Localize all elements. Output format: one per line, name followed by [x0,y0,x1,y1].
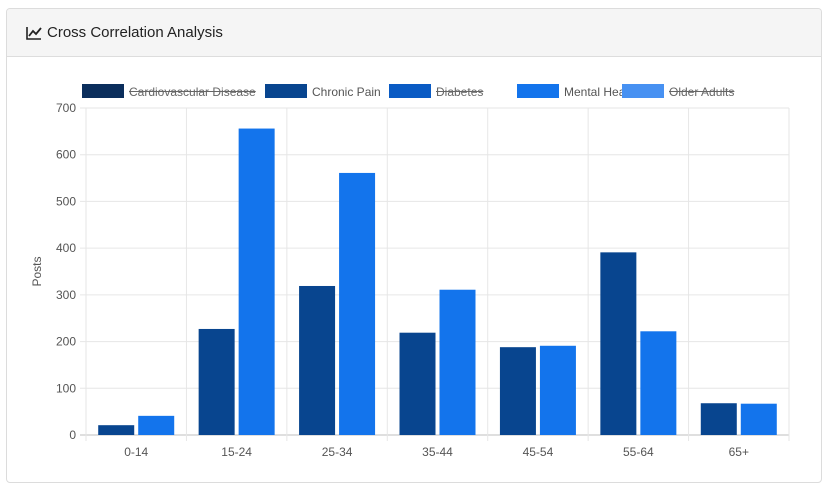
y-tick-label: 100 [56,381,76,395]
bar-chronic-pain[interactable] [98,425,135,435]
bar-mental-health[interactable] [539,345,576,435]
legend-item-label[interactable]: Chronic Pain [312,85,381,99]
y-tick-label: 300 [56,288,76,302]
legend-swatch[interactable] [82,84,124,98]
bar-chronic-pain[interactable] [198,328,235,435]
bar-mental-health[interactable] [238,128,275,435]
y-axis-label: Posts [30,256,44,286]
x-tick-label: 45-54 [523,445,554,459]
y-tick-label: 500 [56,194,76,208]
bar-chronic-pain[interactable] [399,332,436,435]
y-tick-label: 0 [69,428,76,442]
x-tick-label: 65+ [729,445,749,459]
legend-swatch[interactable] [622,84,664,98]
y-tick-label: 700 [56,101,76,115]
x-tick-label: 0-14 [124,445,148,459]
bar-mental-health[interactable] [740,403,777,435]
bar-chart: 0 100 200 300 400 500 600 700 Posts 0-14 15-24 25-3… [30,84,790,459]
bar-mental-health[interactable] [138,415,175,435]
y-tick-label: 600 [56,148,76,162]
bar-chronic-pain[interactable] [499,347,536,435]
bar-chronic-pain[interactable] [600,252,637,435]
bar-mental-health[interactable] [640,331,677,435]
x-tick-label: 55-64 [623,445,654,459]
bar-mental-health[interactable] [339,172,376,435]
legend-swatch[interactable] [265,84,307,98]
bar-mental-health[interactable] [439,289,476,435]
x-tick-label: 15-24 [221,445,252,459]
legend-swatch[interactable] [517,84,559,98]
bar-chronic-pain[interactable] [700,403,737,435]
x-tick-label: 35-44 [422,445,453,459]
legend-swatch[interactable] [389,84,431,98]
y-tick-label: 200 [56,335,76,349]
y-tick-label: 400 [56,241,76,255]
x-tick-label: 25-34 [322,445,353,459]
bar-chronic-pain[interactable] [299,285,336,435]
